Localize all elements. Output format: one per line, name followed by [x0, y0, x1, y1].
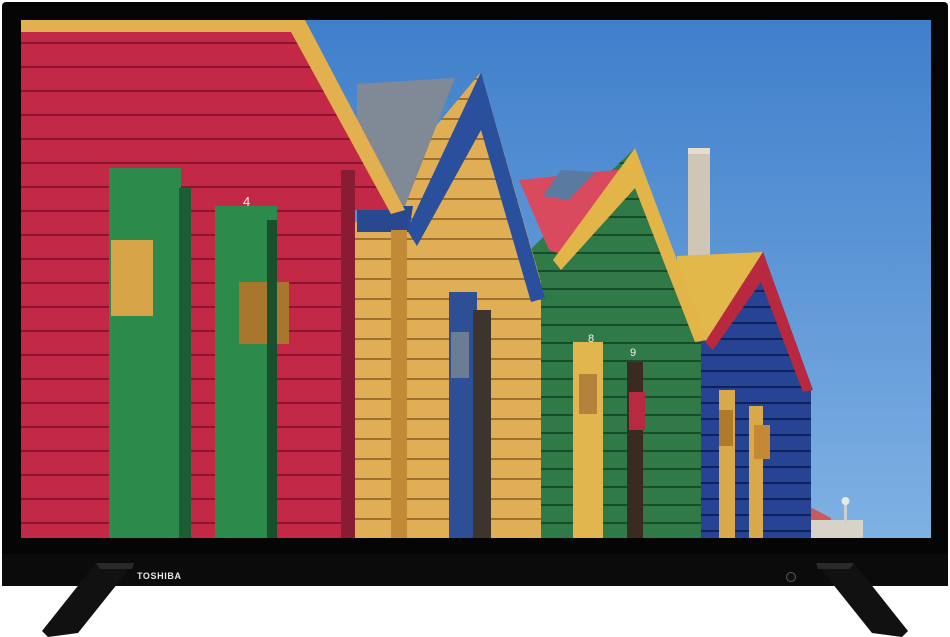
bottom-bezel [2, 554, 948, 586]
chimney [688, 148, 710, 258]
tv-frame: 8 9 4 [2, 2, 948, 586]
power-led-icon[interactable] [786, 572, 796, 582]
tv-screen: 8 9 4 [21, 20, 931, 538]
beach-huts-image: 8 9 4 [21, 20, 931, 538]
hut-number-label: 8 [588, 333, 594, 345]
hut-number-label: 9 [630, 347, 636, 359]
stand-leg-right [816, 563, 908, 637]
lamp-post [844, 502, 847, 524]
toshiba-logo: TOSHIBA [137, 571, 182, 581]
stand-leg-left [42, 563, 134, 637]
hut-number-label: 4 [243, 194, 250, 209]
